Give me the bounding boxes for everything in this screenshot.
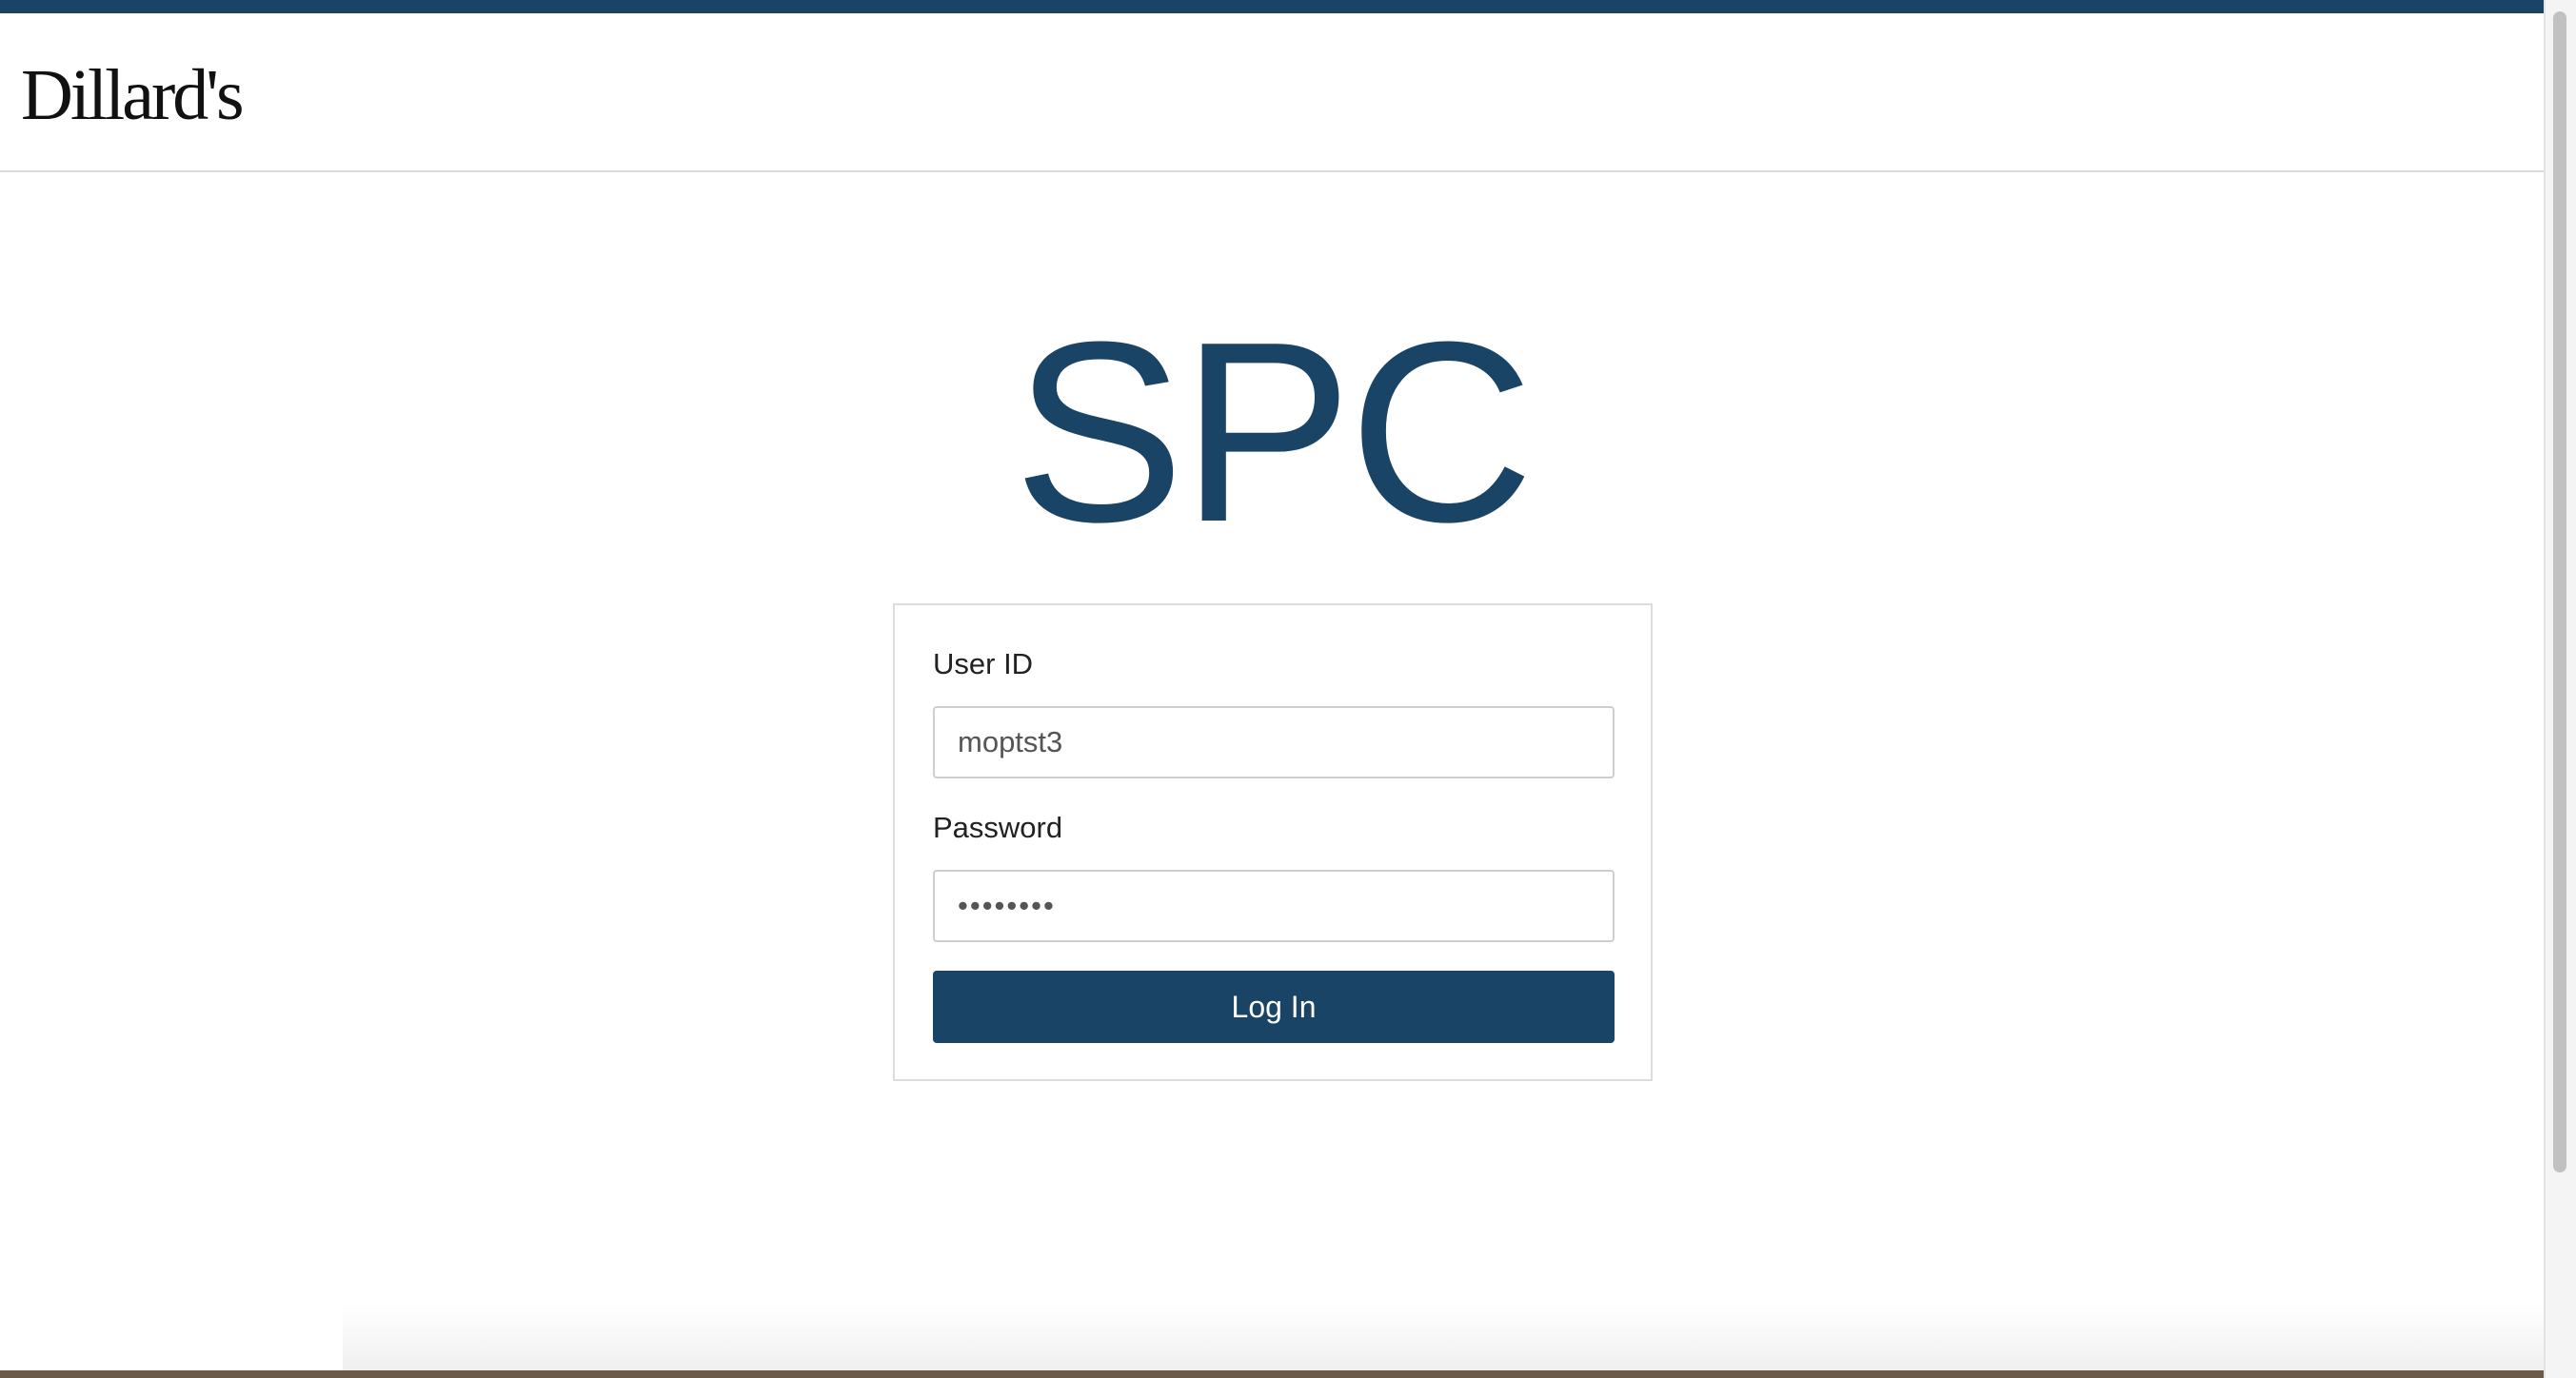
window-shadow [343,1304,2544,1378]
user-id-label: User ID [933,647,1034,680]
top-accent-bar [0,0,2544,13]
app-title: SPC [1013,289,1534,576]
dillards-logo[interactable]: Dillard's [21,59,245,131]
vertical-scrollbar[interactable] [2544,0,2576,1378]
password-input[interactable] [933,870,1615,942]
user-id-input[interactable] [933,706,1615,778]
password-label: Password [933,811,1063,844]
scrollbar-thumb[interactable] [2553,11,2566,1172]
site-header: Dillard's [0,13,2544,172]
login-button[interactable]: Log In [933,971,1615,1043]
login-page: Dillard's SPC User ID Password Log In [0,0,2576,1378]
window-bottom-edge [0,1370,2544,1378]
login-form: User ID Password Log In [893,603,1653,1081]
